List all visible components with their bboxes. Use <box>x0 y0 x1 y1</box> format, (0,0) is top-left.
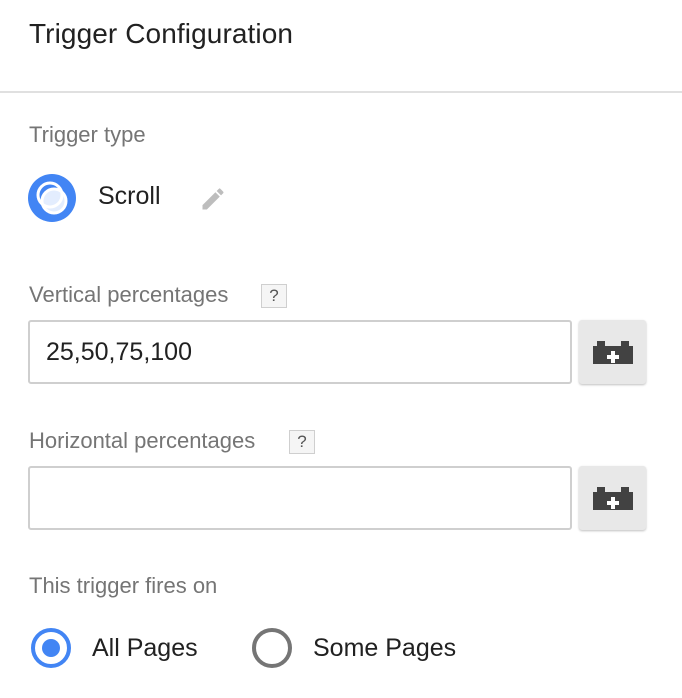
radio-some-pages-label: Some Pages <box>313 634 457 662</box>
page-title: Trigger Configuration <box>29 18 294 49</box>
panel-header: Trigger Configuration <box>0 0 682 93</box>
vertical-percentages-label: Vertical percentages <box>29 282 229 307</box>
variable-block-icon <box>593 341 633 364</box>
pencil-edit-icon[interactable] <box>199 185 227 213</box>
radio-unchecked-icon[interactable] <box>252 628 292 668</box>
horizontal-insert-variable-button[interactable] <box>579 466 646 530</box>
horizontal-help-icon[interactable]: ? <box>289 430 315 454</box>
radio-all-pages-label: All Pages <box>92 634 198 662</box>
trigger-type-label: Trigger type <box>29 122 146 147</box>
radio-checked-icon[interactable] <box>31 628 71 668</box>
fires-on-label: This trigger fires on <box>29 573 218 598</box>
horizontal-percentages-input[interactable] <box>28 466 572 530</box>
vertical-help-icon[interactable]: ? <box>261 284 287 308</box>
variable-block-icon <box>593 487 633 510</box>
vertical-percentages-input[interactable] <box>28 320 572 384</box>
horizontal-percentages-label: Horizontal percentages <box>29 428 256 453</box>
vertical-insert-variable-button[interactable] <box>579 320 646 384</box>
trigger-type-name: Scroll <box>98 182 161 210</box>
scroll-trigger-icon <box>28 174 76 222</box>
